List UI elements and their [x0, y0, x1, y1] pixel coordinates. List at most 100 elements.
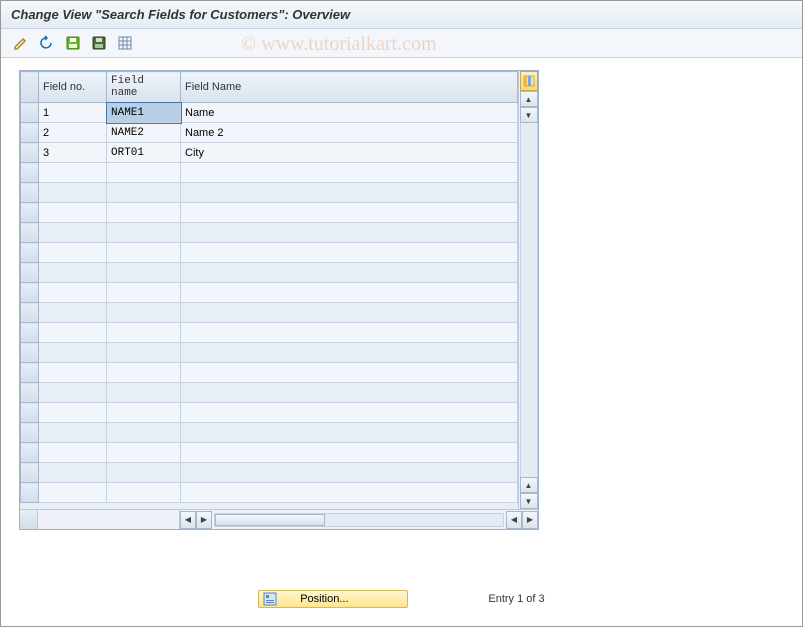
empty-cell[interactable] — [107, 483, 181, 503]
empty-cell[interactable] — [39, 363, 107, 383]
row-handle[interactable] — [21, 223, 39, 243]
col-header-desc[interactable]: Field Name — [181, 72, 518, 103]
empty-cell[interactable] — [181, 283, 518, 303]
empty-cell[interactable] — [181, 383, 518, 403]
empty-cell[interactable] — [39, 323, 107, 343]
cell-field-no[interactable]: 1 — [39, 103, 107, 123]
empty-cell[interactable] — [39, 443, 107, 463]
grid-icon[interactable] — [115, 33, 135, 53]
row-handle-header[interactable] — [21, 72, 39, 103]
col-header-fname[interactable]: Field name — [107, 72, 181, 103]
table-row[interactable] — [21, 223, 518, 243]
cell-field-desc[interactable]: Name — [181, 103, 518, 123]
table-row[interactable]: 3ORT01City — [21, 143, 518, 163]
empty-cell[interactable] — [107, 463, 181, 483]
row-handle[interactable] — [21, 243, 39, 263]
table-row[interactable]: 1NAME1Name — [21, 103, 518, 123]
empty-cell[interactable] — [107, 223, 181, 243]
table-row[interactable] — [21, 263, 518, 283]
empty-cell[interactable] — [181, 323, 518, 343]
row-handle[interactable] — [21, 263, 39, 283]
table-row[interactable]: 2NAME2Name 2 — [21, 123, 518, 143]
empty-cell[interactable] — [181, 163, 518, 183]
hscroll-right-end-icon[interactable]: ▶ — [522, 511, 538, 529]
vscroll-track[interactable] — [520, 123, 538, 477]
row-handle[interactable] — [21, 343, 39, 363]
empty-cell[interactable] — [39, 263, 107, 283]
table-row[interactable] — [21, 403, 518, 423]
cell-field-no[interactable]: 2 — [39, 123, 107, 143]
cell-field-no[interactable]: 3 — [39, 143, 107, 163]
empty-cell[interactable] — [107, 203, 181, 223]
row-handle[interactable] — [21, 423, 39, 443]
empty-cell[interactable] — [107, 243, 181, 263]
cell-field-desc[interactable]: Name 2 — [181, 123, 518, 143]
row-handle[interactable] — [21, 463, 39, 483]
table-row[interactable] — [21, 183, 518, 203]
empty-cell[interactable] — [107, 323, 181, 343]
empty-cell[interactable] — [107, 403, 181, 423]
row-handle[interactable] — [21, 363, 39, 383]
empty-cell[interactable] — [181, 223, 518, 243]
row-handle[interactable] — [21, 183, 39, 203]
empty-cell[interactable] — [39, 423, 107, 443]
empty-cell[interactable] — [107, 423, 181, 443]
empty-cell[interactable] — [39, 243, 107, 263]
row-handle[interactable] — [21, 383, 39, 403]
empty-cell[interactable] — [107, 443, 181, 463]
table-row[interactable] — [21, 203, 518, 223]
empty-cell[interactable] — [181, 363, 518, 383]
hscroll-left-end-icon[interactable]: ◀ — [506, 511, 522, 529]
row-handle[interactable] — [21, 443, 39, 463]
empty-cell[interactable] — [107, 343, 181, 363]
scroll-down-bottom-icon[interactable]: ▼ — [520, 493, 538, 509]
hscroll-track[interactable] — [214, 513, 504, 527]
empty-cell[interactable] — [107, 363, 181, 383]
table-row[interactable] — [21, 343, 518, 363]
empty-cell[interactable] — [39, 303, 107, 323]
position-button[interactable]: Position... — [258, 590, 408, 608]
hscroll-right-icon[interactable]: ▶ — [196, 511, 212, 529]
empty-cell[interactable] — [181, 203, 518, 223]
save-green-icon[interactable] — [63, 33, 83, 53]
empty-cell[interactable] — [181, 463, 518, 483]
scroll-up-icon[interactable]: ▲ — [520, 91, 538, 107]
empty-cell[interactable] — [181, 423, 518, 443]
empty-cell[interactable] — [181, 183, 518, 203]
row-handle[interactable] — [21, 203, 39, 223]
empty-cell[interactable] — [39, 283, 107, 303]
save-dark-icon[interactable] — [89, 33, 109, 53]
empty-cell[interactable] — [39, 463, 107, 483]
cell-field-name[interactable]: NAME1 — [107, 103, 181, 123]
table-row[interactable] — [21, 483, 518, 503]
table-row[interactable] — [21, 463, 518, 483]
table-row[interactable] — [21, 243, 518, 263]
row-handle[interactable] — [21, 283, 39, 303]
table-row[interactable] — [21, 423, 518, 443]
row-handle[interactable] — [21, 323, 39, 343]
table-row[interactable] — [21, 323, 518, 343]
row-handle[interactable] — [21, 303, 39, 323]
empty-cell[interactable] — [107, 263, 181, 283]
empty-cell[interactable] — [39, 483, 107, 503]
empty-cell[interactable] — [39, 403, 107, 423]
empty-cell[interactable] — [107, 163, 181, 183]
empty-cell[interactable] — [39, 223, 107, 243]
row-handle[interactable] — [21, 143, 39, 163]
cell-field-name[interactable]: NAME2 — [107, 123, 181, 143]
undo-icon[interactable] — [37, 33, 57, 53]
hscroll-left-icon[interactable]: ◀ — [180, 511, 196, 529]
row-handle[interactable] — [21, 483, 39, 503]
empty-cell[interactable] — [181, 483, 518, 503]
empty-cell[interactable] — [181, 263, 518, 283]
cell-field-desc[interactable]: City — [181, 143, 518, 163]
hscroll-thumb[interactable] — [215, 514, 325, 526]
row-handle[interactable] — [21, 163, 39, 183]
empty-cell[interactable] — [39, 203, 107, 223]
table-row[interactable] — [21, 383, 518, 403]
empty-cell[interactable] — [107, 383, 181, 403]
empty-cell[interactable] — [39, 343, 107, 363]
row-handle[interactable] — [21, 103, 39, 123]
empty-cell[interactable] — [39, 163, 107, 183]
table-row[interactable] — [21, 443, 518, 463]
